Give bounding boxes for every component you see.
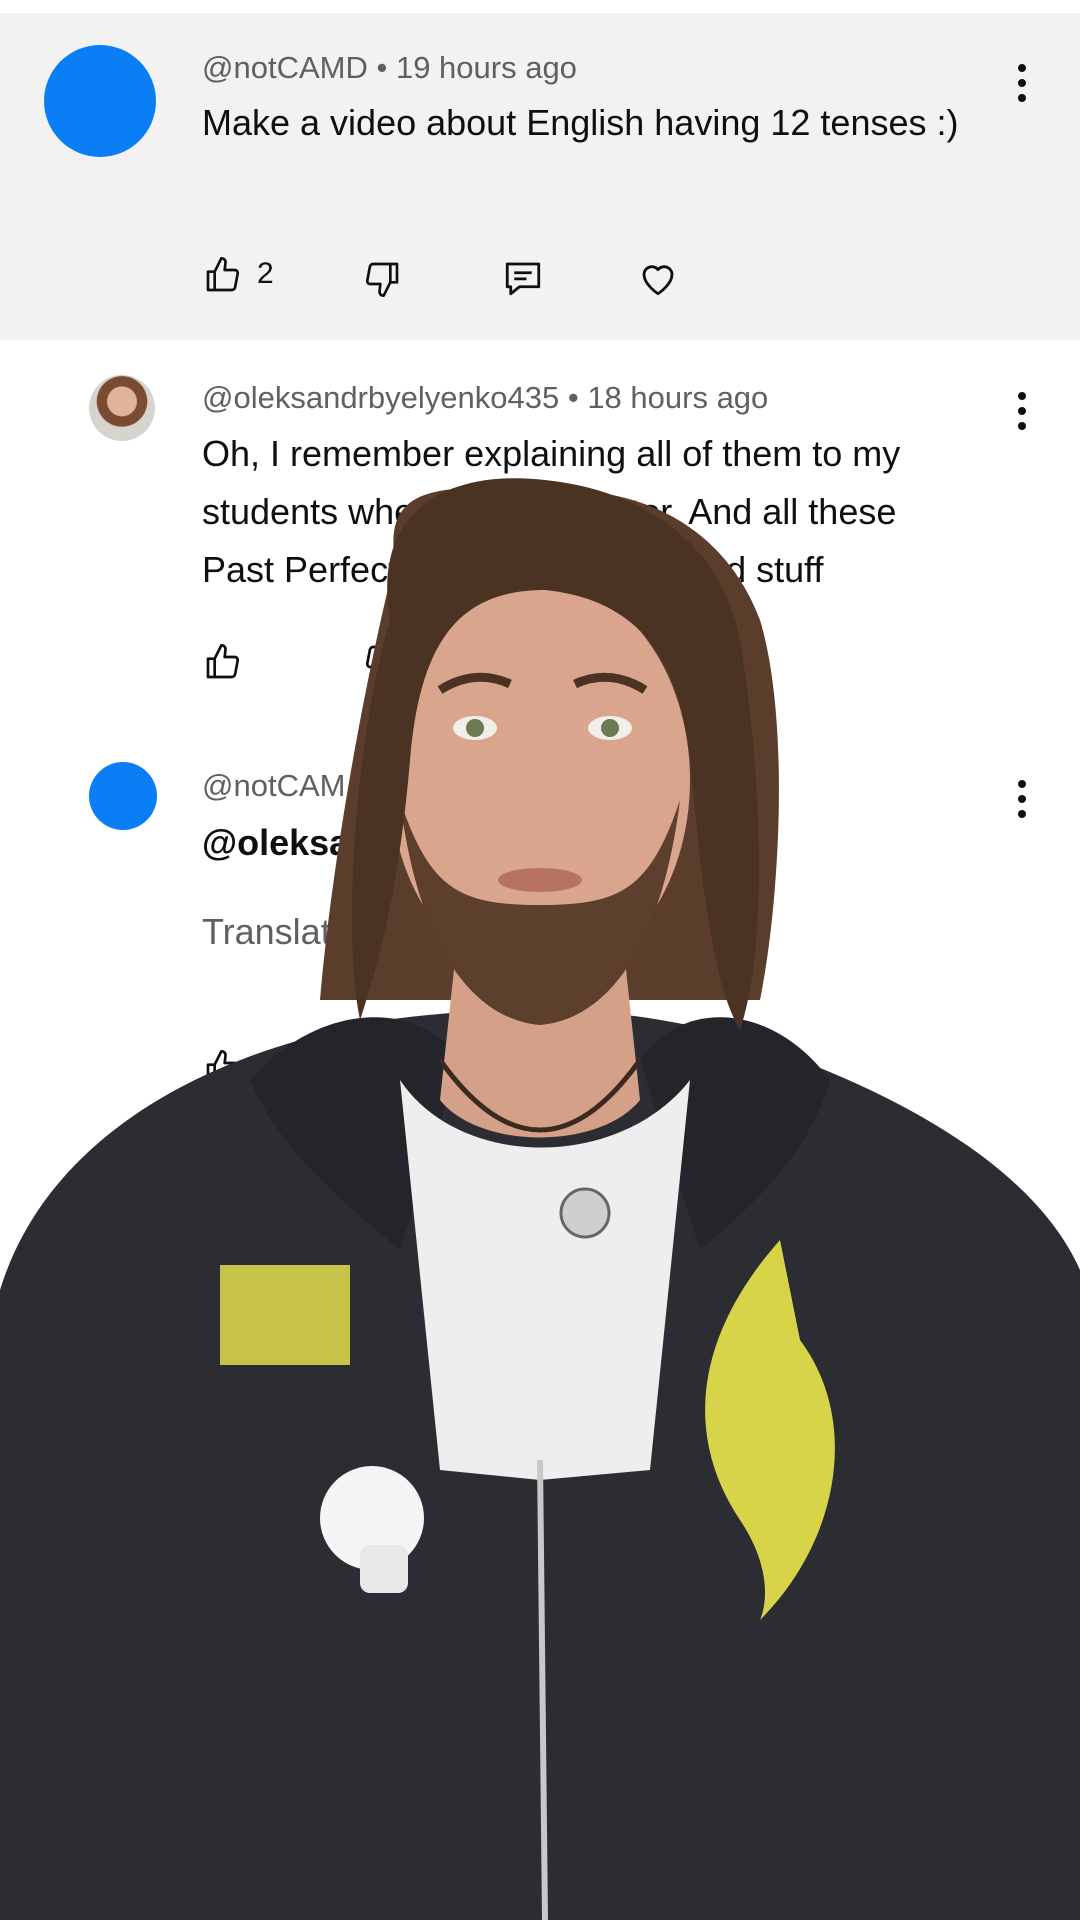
comment-author[interactable]: @oleksandrbyelyenko435 bbox=[202, 380, 559, 415]
comment-meta: @oleksandrbyelyenko435 • 18 hours ago bbox=[202, 380, 768, 416]
comment-text: Oh, I remember explaining all of them to… bbox=[202, 425, 982, 599]
comment-text-line: Oh, I remember explaining all of them to… bbox=[202, 433, 901, 474]
thumbs-up-icon[interactable] bbox=[203, 253, 243, 297]
avatar[interactable] bbox=[44, 45, 156, 157]
comment-text: Make a video about English having 12 ten… bbox=[202, 102, 959, 143]
more-vert-icon[interactable] bbox=[1016, 392, 1028, 437]
comment-highlighted: @notCAMD • 19 hours ago Make a video abo… bbox=[0, 13, 1080, 340]
comment-author[interactable]: @notCAMD bbox=[202, 50, 368, 85]
meta-separator: • bbox=[567, 380, 579, 415]
heart-icon[interactable] bbox=[636, 257, 680, 299]
more-vert-icon[interactable] bbox=[1016, 64, 1028, 109]
reply-icon[interactable] bbox=[502, 257, 544, 299]
comment-reply: @notCAM @oleksa Translate to bbox=[0, 720, 1080, 1140]
comment-time[interactable]: 18 hours ago bbox=[587, 380, 768, 415]
avatar[interactable] bbox=[89, 762, 157, 830]
thumbs-up-icon[interactable] bbox=[203, 640, 243, 684]
thumbs-up-icon[interactable] bbox=[203, 1046, 243, 1090]
comment-text-line: Past Perfect icked stuff bbox=[202, 549, 824, 590]
comment-reply: @oleksandrbyelyenko435 • 18 hours ago Oh… bbox=[0, 340, 1080, 720]
thumbs-down-icon[interactable] bbox=[362, 257, 402, 301]
mention-link[interactable]: @oleksa bbox=[202, 814, 982, 872]
thumbs-down-icon[interactable] bbox=[362, 640, 402, 684]
meta-separator: • bbox=[376, 50, 388, 85]
comment-text-line: students when I wa tor. And all these bbox=[202, 491, 897, 532]
avatar[interactable] bbox=[89, 375, 155, 441]
translate-link[interactable]: Translate to bbox=[202, 903, 982, 961]
comment-meta: @notCAMD • 19 hours ago bbox=[202, 50, 577, 86]
comment-time[interactable]: 19 hours ago bbox=[396, 50, 577, 85]
comment-author[interactable]: @notCAM bbox=[202, 768, 345, 804]
like-count: 2 bbox=[257, 257, 274, 290]
more-vert-icon[interactable] bbox=[1016, 780, 1028, 825]
